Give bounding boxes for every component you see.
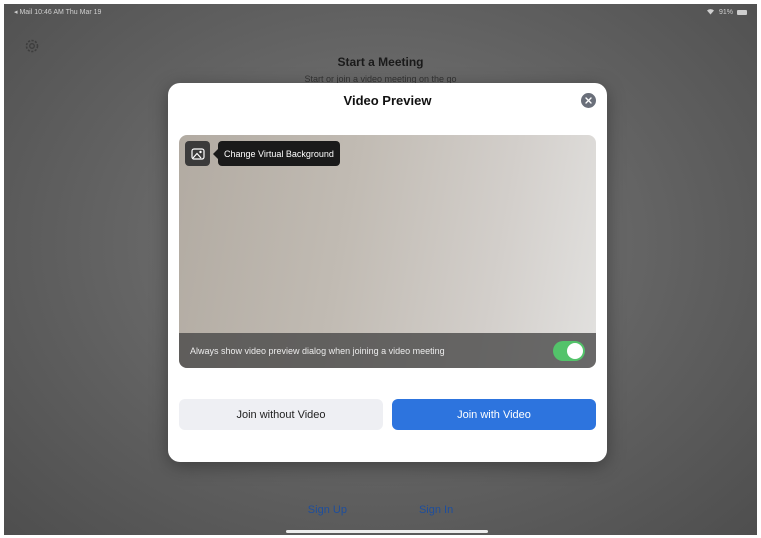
always-show-toggle[interactable]: [553, 340, 585, 361]
sign-up-link[interactable]: Sign Up: [308, 504, 347, 516]
gear-icon[interactable]: [24, 38, 40, 54]
status-bar-left-text: ◂ Mail 10:46 AM Thu Mar 19: [14, 9, 102, 16]
video-preview-dialog: Video Preview Change Virtual Background …: [168, 83, 607, 462]
home-indicator: [286, 530, 488, 533]
tooltip-text: Change Virtual Background: [224, 148, 334, 159]
status-bar: ◂ Mail 10:46 AM Thu Mar 19 91%: [4, 4, 757, 20]
dialog-title: Video Preview: [343, 93, 432, 108]
preview-setting-bar: Always show video preview dialog when jo…: [179, 333, 596, 368]
camera-preview: Change Virtual Background Always show vi…: [179, 135, 596, 368]
virtual-background-icon: [190, 147, 205, 160]
virtual-background-tooltip: Change Virtual Background: [213, 141, 340, 166]
always-show-label: Always show video preview dialog when jo…: [190, 345, 445, 356]
join-with-video-button[interactable]: Join with Video: [392, 399, 596, 430]
close-icon: [585, 97, 592, 104]
virtual-background-button[interactable]: [185, 141, 210, 166]
sign-in-link[interactable]: Sign In: [419, 504, 453, 516]
toggle-knob: [567, 342, 583, 359]
start-meeting-title: Start a Meeting: [337, 55, 424, 69]
join-without-video-button[interactable]: Join without Video: [179, 399, 383, 430]
close-button[interactable]: [581, 93, 596, 108]
wifi-icon: [706, 8, 715, 17]
battery-icon: [737, 9, 747, 15]
battery-percent: 91%: [718, 8, 733, 16]
auth-links: Sign Up Sign In: [4, 504, 757, 516]
